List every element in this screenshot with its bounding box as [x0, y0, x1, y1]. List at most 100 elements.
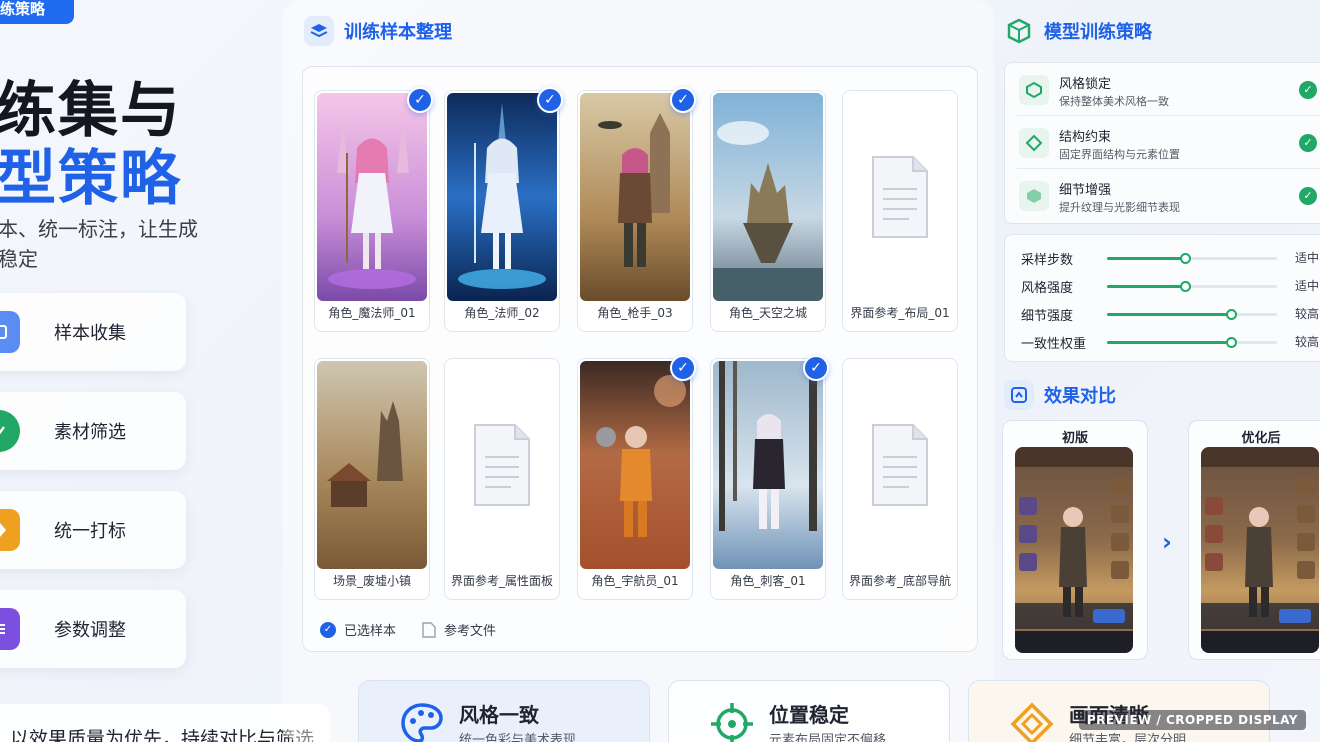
- strategy-list: 风格锁定 保持整体美术风格一致 ✓ 结构约束 固定界面结构与元素位置 ✓ 细节增…: [1004, 62, 1320, 224]
- param-row: 采样步数 适中: [1021, 247, 1320, 268]
- param-slider[interactable]: [1107, 281, 1277, 292]
- palette-icon: [401, 703, 443, 742]
- game-ui-preview-after: [1201, 447, 1319, 653]
- param-slider[interactable]: [1107, 309, 1277, 320]
- sample-card[interactable]: ✓ 角色_刺客_01: [710, 355, 829, 600]
- sample-label: 界面参考_底部导航: [848, 574, 951, 588]
- strategy-tag: 练策略: [0, 0, 74, 24]
- cube-icon: [1004, 16, 1034, 46]
- lock-style-icon: [1019, 75, 1049, 105]
- slider-knob[interactable]: [1180, 281, 1192, 292]
- param-row: 风格强度 适中: [1021, 275, 1320, 296]
- sample-thumb-blue-mage: [447, 93, 557, 301]
- param-label: 采样步数: [1021, 253, 1074, 268]
- sample-thumb-sky-castle: [713, 93, 823, 301]
- feature-sub: 元素布局固定不偏移: [769, 733, 887, 742]
- strategy-item-sub: 提升纹理与光影细节表现: [1059, 201, 1180, 214]
- sample-card[interactable]: 界面参考_底部导航: [842, 358, 958, 600]
- selected-check-icon[interactable]: ✓: [407, 87, 433, 113]
- sample-card[interactable]: ✓ 角色_宇航员_01: [577, 355, 696, 600]
- param-value: 较高: [1295, 335, 1320, 349]
- sample-thumb-assassin: [713, 361, 823, 569]
- slider-knob[interactable]: [1226, 337, 1238, 348]
- step-label: 素材筛选: [54, 422, 126, 443]
- sample-card[interactable]: ✓ 角色_法师_02: [444, 87, 563, 332]
- strategy-item-structure: 结构约束 固定界面结构与元素位置 ✓: [1017, 122, 1320, 166]
- samples-title: 训练样本整理: [344, 22, 452, 43]
- param-slider[interactable]: [1107, 253, 1277, 264]
- strategy-item-title: 风格锁定: [1059, 77, 1112, 92]
- sample-card[interactable]: 界面参考_属性面板: [444, 358, 560, 600]
- compare-icon: [1004, 380, 1034, 410]
- samples-legend: ✓ 已选样本 参考文件: [320, 620, 496, 639]
- sample-label: 角色_魔法师_01: [328, 306, 416, 320]
- diamond-icon: [1010, 702, 1054, 742]
- legend-selected: ✓ 已选样本: [320, 620, 396, 639]
- structure-icon: [1019, 128, 1049, 158]
- sample-label: 角色_法师_02: [464, 306, 540, 320]
- document-icon: [872, 156, 928, 238]
- legend-reference-label: 参考文件: [444, 624, 497, 639]
- legend-selected-label: 已选样本: [344, 624, 397, 639]
- feature-title: 风格一致: [459, 703, 539, 727]
- strategy-title: 模型训练策略: [1044, 22, 1152, 43]
- selected-check-icon[interactable]: ✓: [670, 87, 696, 113]
- sample-card[interactable]: ✓ 角色_魔法师_01: [314, 87, 433, 332]
- slider-fill: [1107, 257, 1186, 260]
- selected-check-icon: ✓: [320, 621, 336, 638]
- strategy-item-title: 细节增强: [1059, 183, 1112, 198]
- slider-knob[interactable]: [1226, 309, 1238, 320]
- params-icon: [0, 608, 20, 650]
- filter-check-icon: [0, 410, 20, 452]
- step-unified-tagging[interactable]: 统一打标: [0, 491, 186, 569]
- feature-card-position: 位置稳定 元素布局固定不偏移: [668, 680, 950, 742]
- sample-label: 场景_废墟小镇: [332, 574, 411, 588]
- strategy-item-detail: 细节增强 提升纹理与光影细节表现 ✓: [1017, 175, 1320, 219]
- selected-check-icon[interactable]: ✓: [537, 87, 563, 113]
- collect-icon: [0, 311, 20, 353]
- slider-fill: [1107, 341, 1232, 344]
- sample-card[interactable]: 角色_天空之城: [710, 90, 826, 332]
- feature-sub: 统一色彩与美术表现: [459, 733, 577, 742]
- hero-subtitle: 本、统一标注，让生成 稳定: [0, 214, 198, 274]
- check-icon: ✓: [1299, 81, 1317, 99]
- step-label: 样本收集: [54, 323, 126, 344]
- param-slider[interactable]: [1107, 337, 1277, 348]
- sample-label: 界面参考_布局_01: [850, 306, 950, 320]
- slider-knob[interactable]: [1180, 253, 1192, 264]
- selected-check-icon[interactable]: ✓: [803, 355, 829, 381]
- sample-label: 界面参考_属性面板: [450, 574, 553, 588]
- selected-check-icon[interactable]: ✓: [670, 355, 696, 381]
- document-icon: [872, 424, 928, 506]
- hero-subtitle-line2: 稳定: [0, 247, 38, 271]
- slider-fill: [1107, 313, 1232, 316]
- sample-card[interactable]: 场景_废墟小镇: [314, 358, 430, 600]
- strategy-section-title: 模型训练策略: [1004, 16, 1152, 46]
- param-label: 一致性权重: [1021, 337, 1087, 352]
- sample-thumb-gunner: [580, 93, 690, 301]
- compare-before-label: 初版: [1061, 431, 1088, 446]
- sample-card[interactable]: ✓ 角色_枪手_03: [577, 87, 696, 332]
- sample-label: 角色_枪手_03: [597, 306, 673, 320]
- hero-subtitle-line1: 本、统一标注，让生成: [0, 217, 198, 241]
- step-sample-collect[interactable]: 样本收集: [0, 293, 186, 371]
- param-value: 适中: [1295, 251, 1320, 265]
- compare-before[interactable]: 初版: [1002, 420, 1148, 660]
- param-label: 细节强度: [1021, 309, 1074, 324]
- sample-card[interactable]: 界面参考_布局_01: [842, 90, 958, 332]
- compare-after-label: 优化后: [1241, 431, 1281, 446]
- strategy-item-style-lock: 风格锁定 保持整体美术风格一致 ✓: [1017, 69, 1320, 113]
- hero-title-line2: 型策略: [0, 144, 182, 214]
- step-param-adjust[interactable]: 参数调整: [0, 590, 186, 668]
- sample-thumb-pink-mage: [317, 93, 427, 301]
- feature-title: 位置稳定: [769, 703, 849, 727]
- compare-section-title: 效果对比: [1004, 380, 1116, 410]
- compare-after[interactable]: 优化后: [1188, 420, 1320, 660]
- param-row: 一致性权重 较高: [1021, 331, 1320, 352]
- sample-label: 角色_天空之城: [728, 306, 807, 320]
- step-material-filter[interactable]: 素材筛选: [0, 392, 186, 470]
- samples-section-title: 训练样本整理: [304, 16, 452, 46]
- step-label: 参数调整: [54, 620, 126, 641]
- layers-icon: [304, 16, 334, 46]
- strategy-item-title: 结构约束: [1059, 130, 1112, 145]
